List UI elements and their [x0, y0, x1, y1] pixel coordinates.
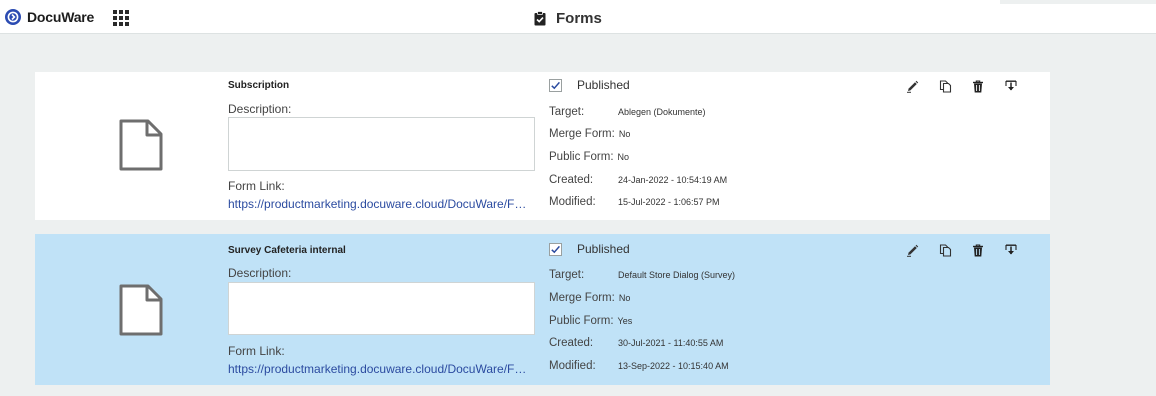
- public-form-row: Public Form: Yes: [549, 315, 632, 327]
- document-icon: [119, 119, 163, 171]
- merge-form-value: No: [618, 293, 631, 303]
- form-card-selected[interactable]: Survey Cafeteria internal Description: F…: [35, 234, 1050, 385]
- form-link[interactable]: https://productmarketing.docuware.cloud/…: [228, 362, 533, 376]
- delete-button[interactable]: [970, 242, 986, 258]
- clipboard-check-icon: [534, 11, 546, 26]
- description-field[interactable]: [228, 117, 535, 171]
- docuware-logo[interactable]: DocuWare: [5, 9, 94, 25]
- merge-form-row: Merge Form: No: [549, 128, 630, 140]
- modified-row: Modified: 13-Sep-2022 - 10:15:40 AM: [549, 360, 729, 372]
- export-button[interactable]: [1003, 78, 1019, 94]
- target-row: Target: Default Store Dialog (Survey): [549, 269, 735, 281]
- pencil-icon: [906, 80, 918, 93]
- merge-form-value: No: [618, 129, 631, 139]
- duplicate-button[interactable]: [937, 78, 953, 94]
- form-link-label: Form Link:: [228, 179, 285, 193]
- top-bar-edge: [1000, 0, 1156, 4]
- published-checkbox[interactable]: [549, 78, 562, 92]
- public-form-value: No: [617, 152, 630, 162]
- published-checkbox[interactable]: [549, 242, 562, 256]
- created-row: Created: 24-Jan-2022 - 10:54:19 AM: [549, 174, 727, 186]
- target-value: Ablegen (Dokumente): [618, 107, 706, 117]
- public-form-row: Public Form: No: [549, 151, 629, 163]
- merge-form-row: Merge Form: No: [549, 292, 630, 304]
- trash-icon: [973, 243, 983, 256]
- modified-label: Modified:: [549, 360, 596, 372]
- published-toggle[interactable]: Published: [549, 78, 630, 92]
- delete-button[interactable]: [970, 78, 986, 94]
- modified-label: Modified:: [549, 196, 596, 208]
- published-label: Published: [577, 78, 630, 92]
- download-icon: [1005, 244, 1017, 255]
- document-icon: [119, 284, 163, 336]
- merge-form-label: Merge Form:: [549, 292, 615, 304]
- public-form-value: Yes: [617, 316, 633, 326]
- checkmark-icon: [551, 245, 560, 253]
- modified-value: 15-Jul-2022 - 1:06:57 PM: [618, 197, 720, 207]
- download-icon: [1005, 80, 1017, 91]
- edit-button[interactable]: [904, 78, 920, 94]
- description-label: Description:: [228, 102, 292, 116]
- copy-icon: [939, 243, 951, 257]
- docuware-logo-icon: [5, 9, 21, 25]
- copy-icon: [939, 79, 951, 93]
- form-name: Survey Cafeteria internal: [228, 245, 346, 256]
- top-bar: DocuWare Forms: [0, 0, 1156, 34]
- card-actions: [904, 242, 1019, 258]
- modified-row: Modified: 15-Jul-2022 - 1:06:57 PM: [549, 196, 720, 208]
- page-title: Forms: [534, 10, 602, 27]
- published-toggle[interactable]: Published: [549, 242, 630, 256]
- merge-form-label: Merge Form:: [549, 128, 615, 140]
- checkmark-icon: [551, 81, 560, 89]
- description-label: Description:: [228, 266, 292, 280]
- published-label: Published: [577, 242, 630, 256]
- created-label: Created:: [549, 174, 594, 186]
- modified-value: 13-Sep-2022 - 10:15:40 AM: [618, 361, 729, 371]
- pencil-icon: [906, 244, 918, 257]
- duplicate-button[interactable]: [937, 242, 953, 258]
- trash-icon: [973, 79, 983, 92]
- target-value: Default Store Dialog (Survey): [618, 270, 736, 280]
- description-field[interactable]: [228, 282, 535, 335]
- export-button[interactable]: [1003, 242, 1019, 258]
- app-launcher-icon[interactable]: [113, 10, 131, 26]
- public-form-label: Public Form:: [549, 315, 614, 327]
- form-card[interactable]: Subscription Description: Form Link: htt…: [35, 72, 1050, 220]
- page-title-label: Forms: [556, 10, 602, 27]
- public-form-label: Public Form:: [549, 151, 614, 163]
- edit-button[interactable]: [904, 242, 920, 258]
- created-row: Created: 30-Jul-2021 - 11:40:55 AM: [549, 337, 723, 349]
- created-label: Created:: [549, 337, 594, 349]
- form-link-label: Form Link:: [228, 344, 285, 358]
- created-value: 30-Jul-2021 - 11:40:55 AM: [618, 338, 724, 348]
- created-value: 24-Jan-2022 - 10:54:19 AM: [618, 175, 728, 185]
- card-actions: [904, 78, 1019, 94]
- target-row: Target: Ablegen (Dokumente): [549, 106, 706, 118]
- form-link[interactable]: https://productmarketing.docuware.cloud/…: [228, 197, 533, 211]
- brand-name: DocuWare: [27, 9, 95, 25]
- target-label: Target:: [549, 106, 585, 118]
- form-name: Subscription: [228, 80, 290, 91]
- target-label: Target:: [549, 269, 585, 281]
